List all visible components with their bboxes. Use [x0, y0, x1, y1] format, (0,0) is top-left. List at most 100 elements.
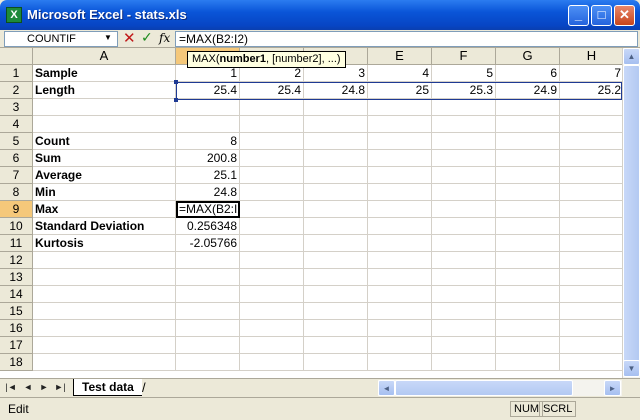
cell-h9[interactable]: [560, 201, 622, 218]
cell-f13[interactable]: [432, 269, 496, 286]
cell-h15[interactable]: [560, 303, 622, 320]
cell-c18[interactable]: [240, 354, 304, 371]
maximize-button[interactable]: □: [591, 5, 612, 26]
cell-e1[interactable]: 4: [368, 65, 432, 82]
vertical-scrollbar[interactable]: ▲ ▼: [622, 48, 640, 378]
scroll-left-arrow-icon[interactable]: ◄: [378, 380, 395, 396]
cell-d10[interactable]: [304, 218, 368, 235]
cell-e14[interactable]: [368, 286, 432, 303]
insert-function-button[interactable]: fx: [159, 31, 170, 46]
cell-d18[interactable]: [304, 354, 368, 371]
last-sheet-nav-icon[interactable]: ►|: [54, 380, 66, 395]
row-header-8[interactable]: 8: [0, 184, 33, 201]
worksheet-grid[interactable]: ABCDEFGH1Sample12345672Length25.425.424.…: [0, 48, 622, 378]
cell-b18[interactable]: [176, 354, 240, 371]
cell-c6[interactable]: [240, 150, 304, 167]
cell-a14[interactable]: [33, 286, 176, 303]
cell-a12[interactable]: [33, 252, 176, 269]
first-sheet-nav-icon[interactable]: |◄: [5, 380, 17, 395]
cell-g18[interactable]: [496, 354, 560, 371]
excel-app-icon[interactable]: X: [6, 7, 22, 23]
row-header-17[interactable]: 17: [0, 337, 33, 354]
cell-a9[interactable]: Max: [33, 201, 176, 218]
cell-h3[interactable]: [560, 99, 622, 116]
column-header-g[interactable]: G: [496, 48, 560, 65]
cell-f18[interactable]: [432, 354, 496, 371]
formula-input[interactable]: =MAX(B2:I2): [175, 31, 638, 47]
active-cell-b9[interactable]: =MAX(B2:I2): [176, 201, 240, 218]
cell-a1[interactable]: Sample: [33, 65, 176, 82]
cell-e15[interactable]: [368, 303, 432, 320]
row-header-12[interactable]: 12: [0, 252, 33, 269]
cell-d8[interactable]: [304, 184, 368, 201]
cell-d15[interactable]: [304, 303, 368, 320]
cell-e2[interactable]: 25: [368, 82, 432, 99]
column-header-h[interactable]: H: [560, 48, 622, 65]
cell-f10[interactable]: [432, 218, 496, 235]
cell-b10[interactable]: 0.256348: [176, 218, 240, 235]
cell-c17[interactable]: [240, 337, 304, 354]
cell-a3[interactable]: [33, 99, 176, 116]
cell-e3[interactable]: [368, 99, 432, 116]
cell-f7[interactable]: [432, 167, 496, 184]
cell-h8[interactable]: [560, 184, 622, 201]
cell-d17[interactable]: [304, 337, 368, 354]
cell-b6[interactable]: 200.8: [176, 150, 240, 167]
cell-a17[interactable]: [33, 337, 176, 354]
select-all-corner[interactable]: [0, 48, 33, 65]
cell-a2[interactable]: Length: [33, 82, 176, 99]
cell-b2[interactable]: 25.4: [176, 82, 240, 99]
cell-c2[interactable]: 25.4: [240, 82, 304, 99]
row-header-9[interactable]: 9: [0, 201, 33, 218]
sheet-tab-test-data[interactable]: Test data: [73, 379, 142, 396]
cell-c15[interactable]: [240, 303, 304, 320]
cell-c7[interactable]: [240, 167, 304, 184]
row-header-2[interactable]: 2: [0, 82, 33, 99]
cell-b13[interactable]: [176, 269, 240, 286]
cell-f8[interactable]: [432, 184, 496, 201]
cell-g13[interactable]: [496, 269, 560, 286]
cell-e13[interactable]: [368, 269, 432, 286]
cell-d11[interactable]: [304, 235, 368, 252]
cell-g5[interactable]: [496, 133, 560, 150]
cell-g4[interactable]: [496, 116, 560, 133]
cell-f9[interactable]: [432, 201, 496, 218]
row-header-1[interactable]: 1: [0, 65, 33, 82]
cell-h10[interactable]: [560, 218, 622, 235]
scroll-right-arrow-icon[interactable]: ►: [604, 380, 621, 396]
row-header-18[interactable]: 18: [0, 354, 33, 371]
cell-b3[interactable]: [176, 99, 240, 116]
cell-a10[interactable]: Standard Deviation: [33, 218, 176, 235]
cell-g15[interactable]: [496, 303, 560, 320]
cell-g2[interactable]: 24.9: [496, 82, 560, 99]
cell-c12[interactable]: [240, 252, 304, 269]
prev-sheet-nav-icon[interactable]: ◄: [22, 380, 34, 395]
cell-g17[interactable]: [496, 337, 560, 354]
cell-b7[interactable]: 25.1: [176, 167, 240, 184]
row-header-6[interactable]: 6: [0, 150, 33, 167]
cell-e4[interactable]: [368, 116, 432, 133]
cell-f15[interactable]: [432, 303, 496, 320]
cell-f12[interactable]: [432, 252, 496, 269]
cell-g8[interactable]: [496, 184, 560, 201]
cell-f2[interactable]: 25.3: [432, 82, 496, 99]
scroll-down-arrow-icon[interactable]: ▼: [623, 360, 640, 377]
cell-d7[interactable]: [304, 167, 368, 184]
cell-g3[interactable]: [496, 99, 560, 116]
row-header-5[interactable]: 5: [0, 133, 33, 150]
cell-h4[interactable]: [560, 116, 622, 133]
cell-e17[interactable]: [368, 337, 432, 354]
cell-c16[interactable]: [240, 320, 304, 337]
row-header-3[interactable]: 3: [0, 99, 33, 116]
cell-b16[interactable]: [176, 320, 240, 337]
cell-b17[interactable]: [176, 337, 240, 354]
cell-g11[interactable]: [496, 235, 560, 252]
cell-c11[interactable]: [240, 235, 304, 252]
cell-c13[interactable]: [240, 269, 304, 286]
row-header-11[interactable]: 11: [0, 235, 33, 252]
cell-a13[interactable]: [33, 269, 176, 286]
cell-e9[interactable]: [368, 201, 432, 218]
cell-f5[interactable]: [432, 133, 496, 150]
row-header-7[interactable]: 7: [0, 167, 33, 184]
cell-b14[interactable]: [176, 286, 240, 303]
